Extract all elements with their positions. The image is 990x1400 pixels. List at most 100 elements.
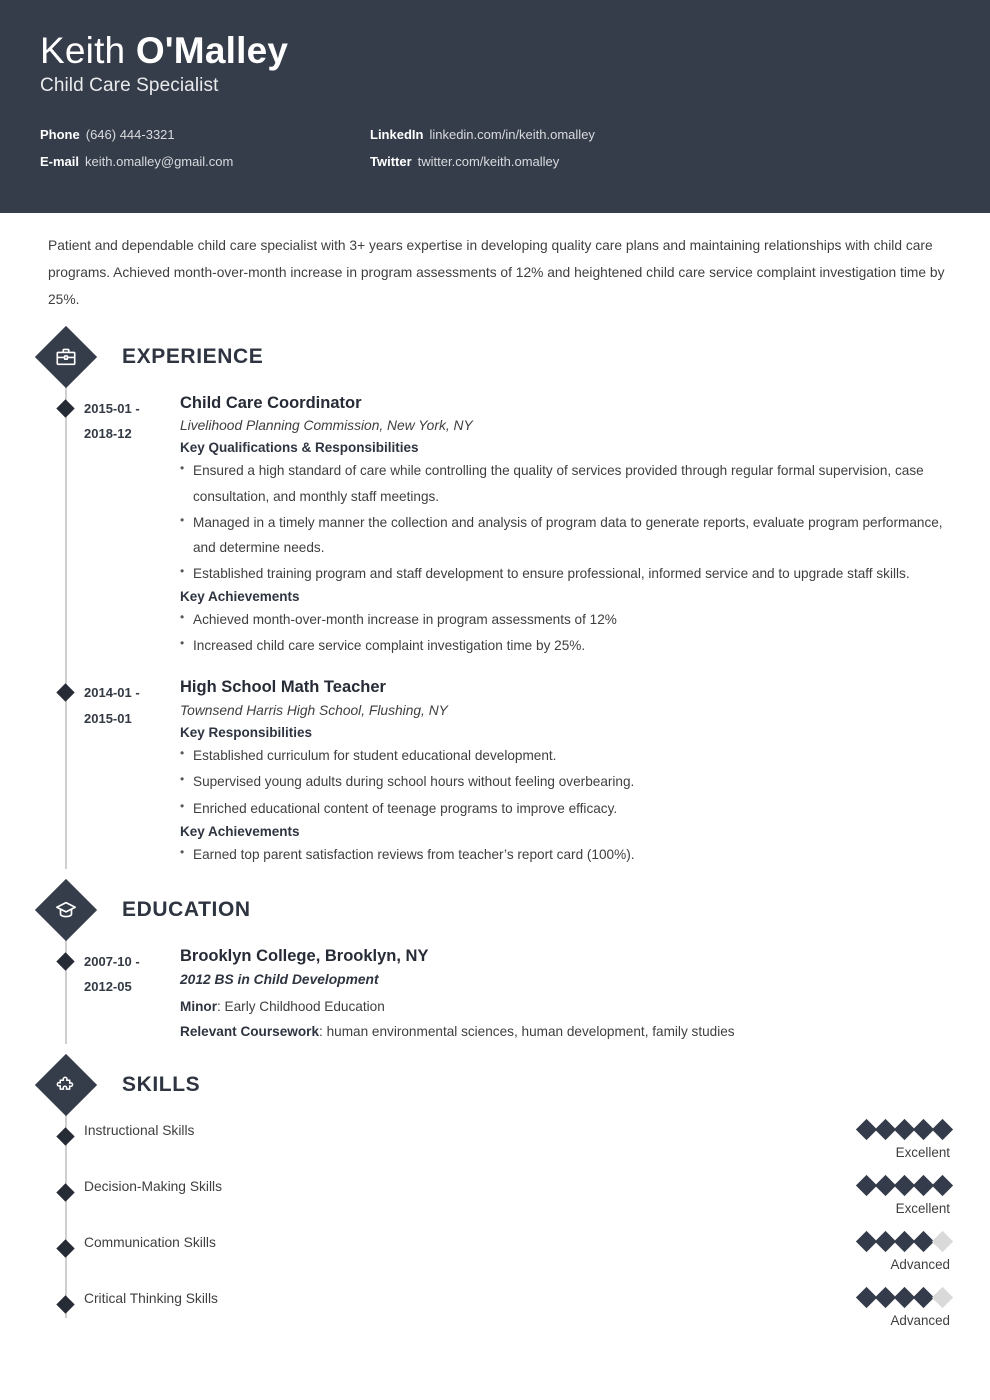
professional-summary: Patient and dependable child care specia… (48, 238, 945, 307)
skill-row: Communication Skills Advanced (40, 1230, 954, 1290)
list-item: Supervised young adults during school ho… (180, 768, 950, 794)
contact-email-value[interactable]: keith.omalley@gmail.com (85, 154, 233, 169)
timeline-marker-icon (56, 952, 75, 971)
puzzle-piece-icon (34, 1053, 98, 1117)
education-section-header: EDUCATION (34, 878, 950, 941)
resume-body: Patient and dependable child care specia… (0, 233, 990, 1346)
contact-twitter[interactable]: Twitter twitter.com/keith.omalley (370, 154, 950, 169)
rating-dots (855, 1230, 954, 1252)
contact-twitter-label: Twitter (370, 154, 412, 170)
rating-dot-filled (931, 1174, 954, 1196)
coursework-line: Relevant Coursework: human environmental… (180, 1019, 950, 1044)
contact-phone-value: (646) 444-3321 (85, 127, 175, 143)
education-entry: 2007-10 - 2012-05 Brooklyn College, Broo… (40, 947, 950, 1044)
timeline-marker-icon (56, 683, 75, 703)
experience-title: EXPERIENCE (122, 344, 264, 368)
rating-dot-filled (931, 1118, 954, 1140)
skill-rating: Excellent (855, 1118, 954, 1160)
timeline-marker-icon (56, 1183, 75, 1202)
education-entry-body: Brooklyn College, Brooklyn, NY 2012 BS i… (180, 947, 950, 1044)
job-organization: Livelihood Planning Commission, New York… (180, 418, 473, 434)
responsibilities-heading: Key Responsibilities (180, 725, 313, 741)
coursework-label: Relevant Coursework (180, 1023, 320, 1039)
rating-dots (855, 1286, 954, 1308)
list-item: Enriched educational content of teenage … (180, 795, 950, 821)
rating-dot-empty (931, 1230, 954, 1252)
skills-section: SKILLS Instructional Skills Excellent De… (34, 1053, 954, 1346)
minor-value: : Early Childhood Education (217, 998, 385, 1014)
achievements-list: Achieved month-over-month increase in pr… (180, 606, 950, 658)
job-role: High School Math Teacher (180, 678, 386, 697)
skill-name: Instructional Skills (84, 1122, 195, 1138)
contact-linkedin[interactable]: LinkedIn linkedin.com/in/keith.omalley (370, 127, 950, 142)
timeline-marker-icon (56, 1295, 75, 1314)
experience-section: EXPERIENCE 2015-01 - 2018-12 Child Care … (34, 325, 950, 869)
list-item: Achieved month-over-month increase in pr… (180, 606, 950, 632)
list-item: Earned top parent satisfaction reviews f… (180, 841, 950, 867)
achievements-list: Earned top parent satisfaction reviews f… (180, 841, 950, 867)
timeline-marker-icon (56, 398, 75, 418)
contact-phone: Phone (646) 444-3321 (40, 127, 370, 142)
rating-dot-empty (931, 1286, 954, 1308)
date-start: 2015-01 - (84, 400, 140, 416)
skill-row: Decision-Making Skills Excellent (40, 1174, 954, 1234)
contact-email[interactable]: E-mail keith.omalley@gmail.com (40, 154, 370, 169)
experience-entry: 2015-01 - 2018-12 Child Care Coordinator… (40, 394, 950, 661)
skill-name: Critical Thinking Skills (84, 1290, 218, 1306)
list-item: Established training program and staff d… (180, 560, 950, 586)
degree: 2012 BS in Child Development (180, 971, 379, 987)
qualifications-heading: Key Qualifications & Responsibilities (180, 440, 419, 456)
skill-level-label: Advanced (890, 1312, 950, 1328)
achievements-heading: Key Achievements (180, 589, 300, 605)
date-end: 2015-01 (84, 710, 132, 726)
contact-linkedin-label: LinkedIn (370, 127, 424, 143)
achievements-heading: Key Achievements (180, 823, 300, 839)
list-item: Managed in a timely manner the collectio… (180, 509, 950, 560)
experience-entry-body: High School Math Teacher Townsend Harris… (180, 678, 950, 868)
graduation-cap-icon (34, 878, 98, 941)
skills-title: SKILLS (122, 1072, 201, 1096)
contact-twitter-value[interactable]: twitter.com/keith.omalley (418, 154, 560, 169)
contact-phone-label: Phone (40, 127, 80, 143)
skill-name: Decision-Making Skills (84, 1178, 223, 1194)
responsibilities-list: Established curriculum for student educa… (180, 742, 950, 821)
page-title: Keith O'Malley (40, 30, 950, 71)
job-organization: Townsend Harris High School, Flushing, N… (180, 703, 448, 719)
job-title: Child Care Specialist (40, 75, 219, 97)
date-start: 2014-01 - (84, 685, 140, 701)
contact-linkedin-value[interactable]: linkedin.com/in/keith.omalley (429, 127, 594, 142)
skill-name: Communication Skills (84, 1234, 216, 1250)
skill-rating: Excellent (855, 1174, 954, 1216)
experience-dates: 2015-01 - 2018-12 (84, 394, 180, 661)
experience-dates: 2014-01 - 2015-01 (84, 678, 180, 868)
list-item: Ensured a high standard of care while co… (180, 457, 950, 508)
skill-level-label: Excellent (895, 1144, 950, 1160)
education-title: EDUCATION (122, 897, 251, 921)
timeline-marker-icon (56, 1239, 75, 1258)
skill-row: Critical Thinking Skills Advanced (40, 1286, 954, 1346)
date-end: 2018-12 (84, 426, 132, 442)
timeline-marker-icon (56, 1127, 75, 1146)
job-role: Child Care Coordinator (180, 393, 362, 412)
resume-header: Keith O'Malley Child Care Specialist Pho… (0, 0, 990, 213)
list-item: Established curriculum for student educa… (180, 742, 950, 768)
skill-rating: Advanced (855, 1286, 954, 1328)
school-name: Brooklyn College, Brooklyn, NY (180, 946, 429, 965)
last-name: O'Malley (135, 30, 289, 71)
skill-level-label: Advanced (890, 1256, 950, 1272)
first-name: Keith (40, 30, 126, 71)
experience-section-header: EXPERIENCE (34, 325, 950, 388)
skills-section-header: SKILLS (34, 1053, 950, 1117)
skill-row: Instructional Skills Excellent (40, 1118, 954, 1178)
minor-label: Minor (180, 998, 217, 1014)
minor-line: Minor: Early Childhood Education (180, 994, 950, 1019)
contact-email-label: E-mail (40, 154, 80, 170)
qualifications-list: Ensured a high standard of care while co… (180, 457, 950, 586)
experience-entry: 2014-01 - 2015-01 High School Math Teach… (40, 678, 950, 868)
list-item: Increased child care service complaint i… (180, 632, 950, 658)
skill-rating: Advanced (855, 1230, 954, 1272)
experience-entry-body: Child Care Coordinator Livelihood Planni… (180, 394, 950, 661)
briefcase-icon (34, 325, 98, 388)
date-start: 2007-10 - (84, 953, 140, 969)
education-dates: 2007-10 - 2012-05 (84, 947, 180, 1044)
